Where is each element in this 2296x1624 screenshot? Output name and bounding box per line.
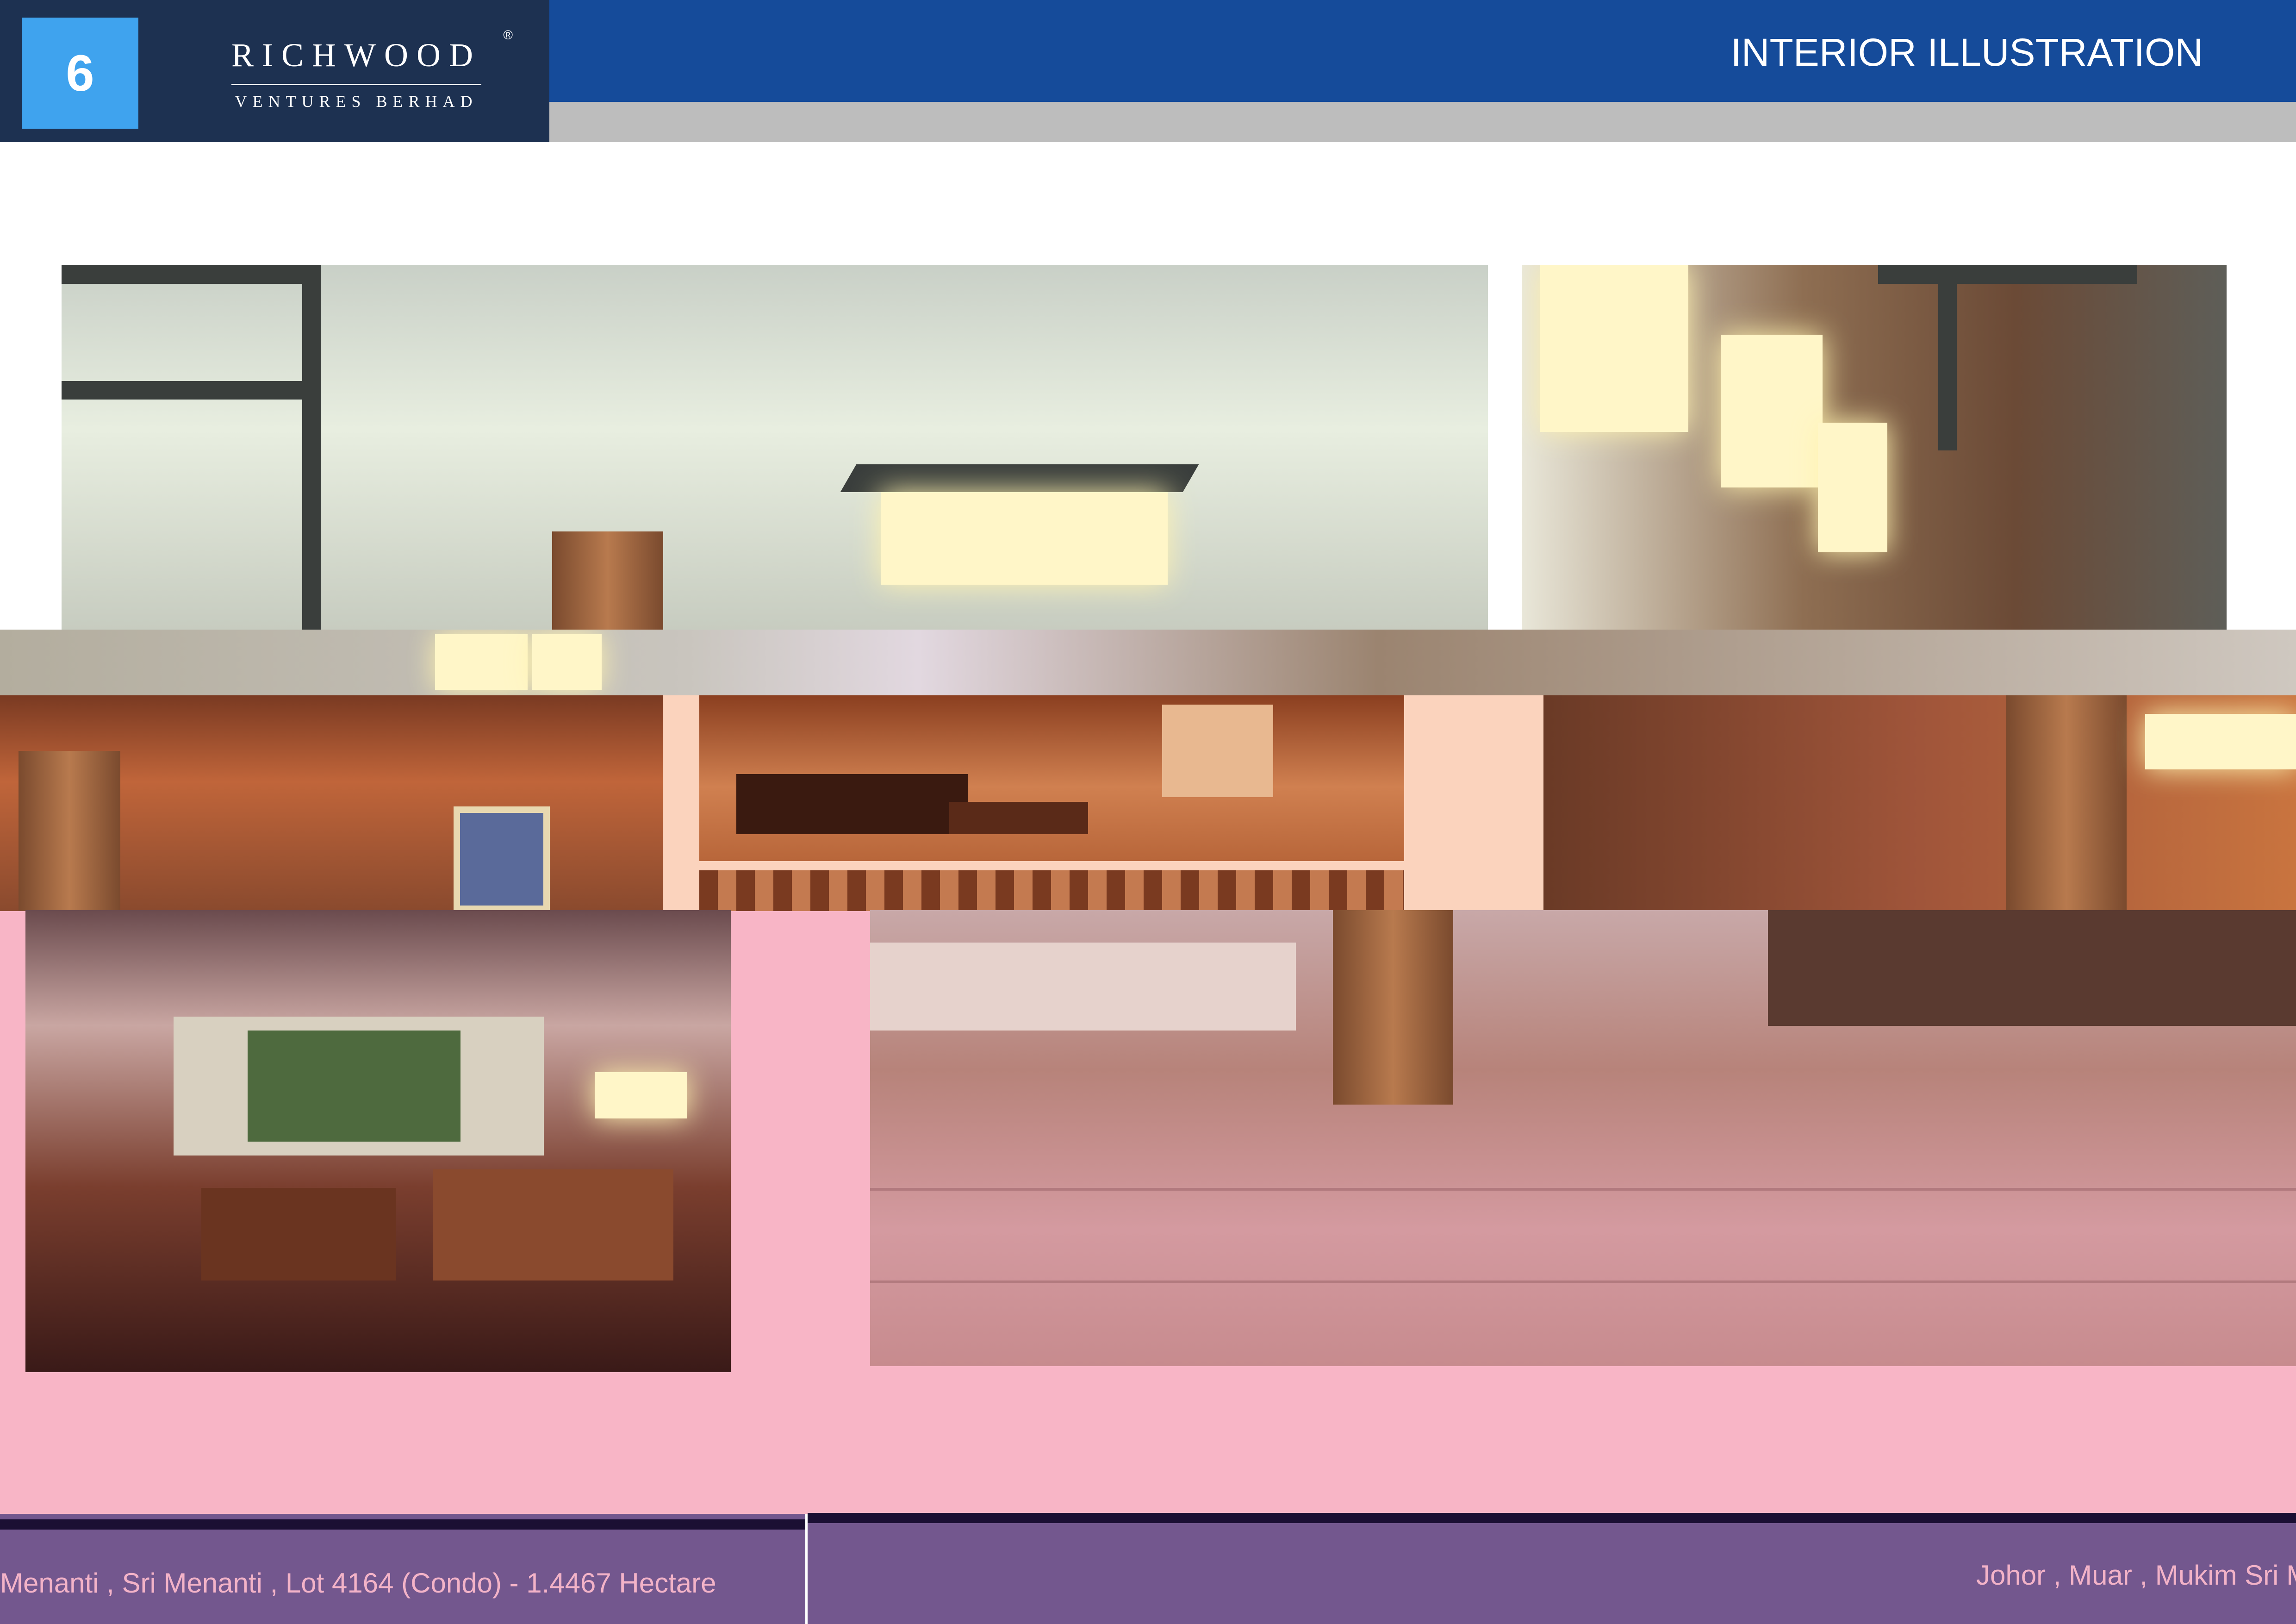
header-grey-strip — [549, 102, 2296, 142]
footer-location-text: Menanti , Sri Menanti , Lot 4164 (Condo)… — [0, 1568, 716, 1599]
footer-rule-right — [808, 1513, 2296, 1523]
footer-region-text: Johor , Muar , Mukim Sri M — [1976, 1560, 2296, 1591]
illustration-lobby-entrance — [0, 695, 663, 911]
logo-registered-mark: ® — [503, 28, 513, 42]
page-number-badge: 6 — [22, 18, 138, 129]
illustration-slatted-ceiling — [699, 870, 1404, 911]
illustration-lobby-ceiling — [62, 265, 1488, 630]
page-title: INTERIOR ILLUSTRATION — [1730, 31, 2203, 74]
logo-subtitle: VENTURES BERHAD — [235, 92, 478, 111]
illustration-lobby-seating — [699, 695, 1404, 861]
richwood-logo: RICHWOOD ® VENTURES BERHAD — [204, 28, 513, 120]
logo-divider — [231, 84, 481, 85]
illustration-lounge — [25, 910, 731, 1372]
illustration-lobby-corridor — [1543, 695, 2296, 911]
logo-name: RICHWOOD — [231, 37, 481, 74]
illustration-ceiling-strip — [0, 630, 2296, 695]
illustration-lobby-floor — [870, 910, 2296, 1366]
footer-rule-left — [0, 1519, 805, 1530]
illustration-atrium-lights — [1522, 265, 2227, 630]
